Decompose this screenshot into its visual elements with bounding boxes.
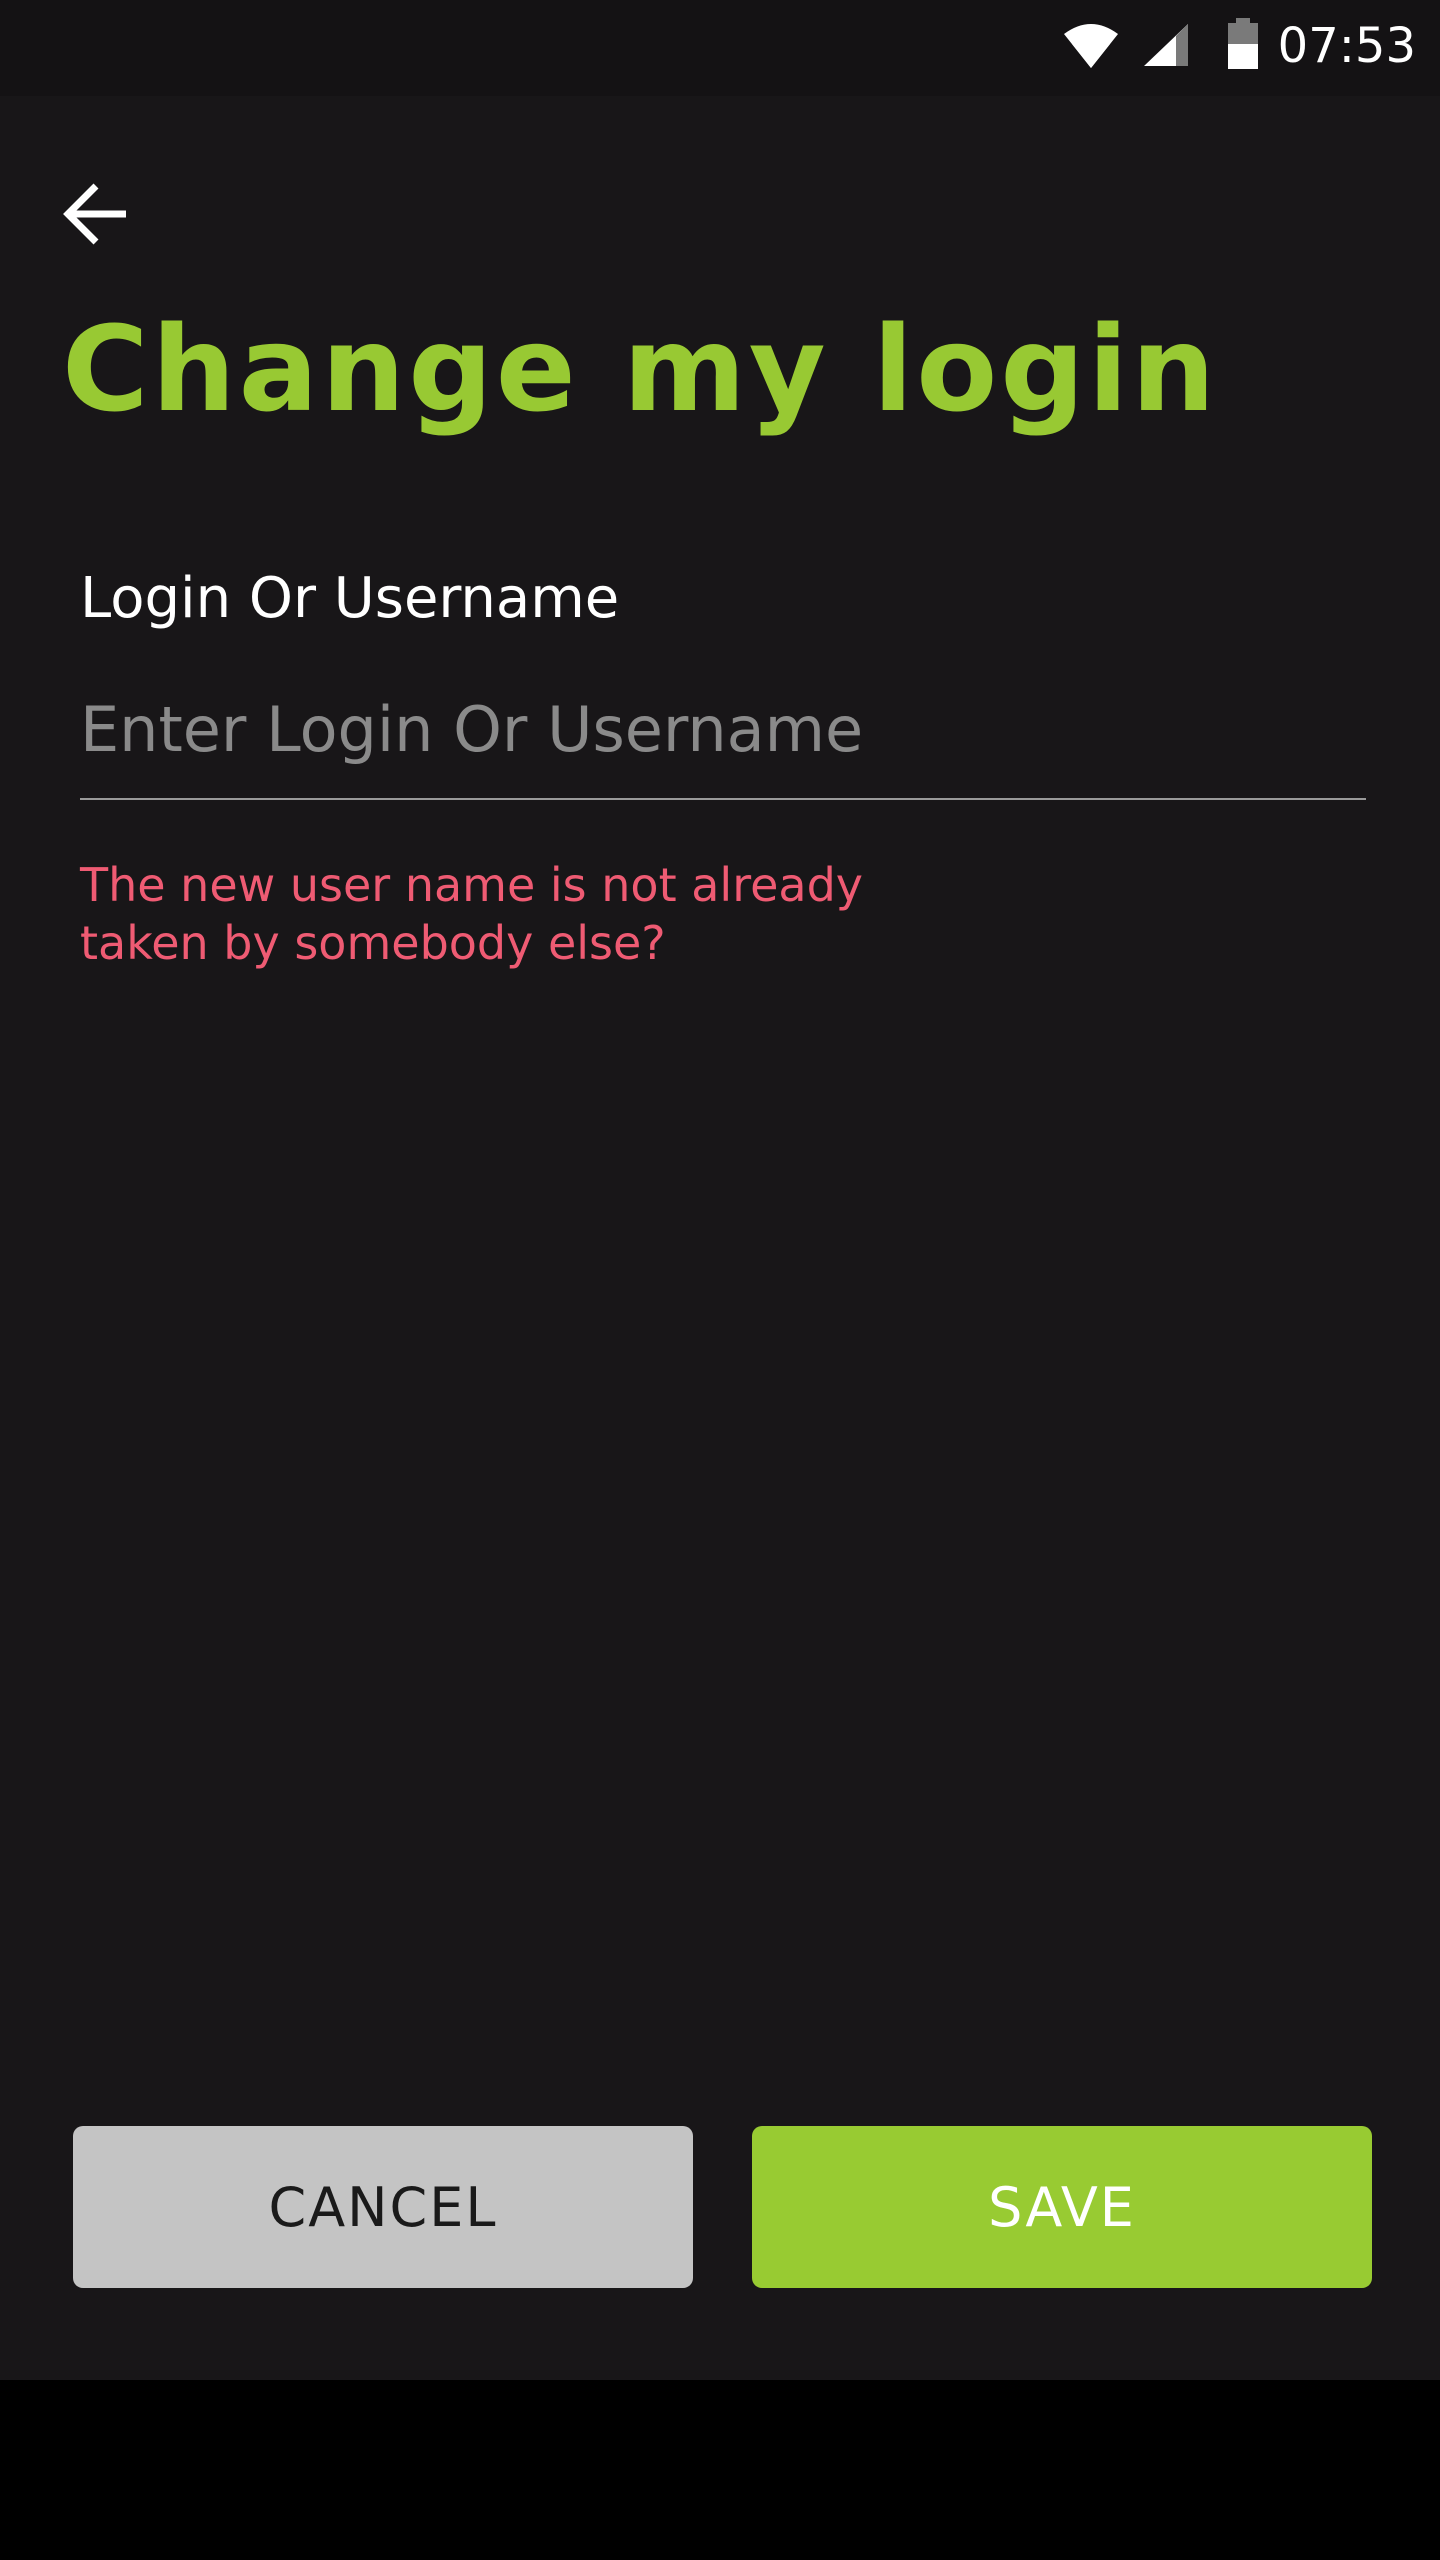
cell-signal-icon [1142,22,1190,72]
cancel-button[interactable]: CANCEL [73,2126,693,2288]
wifi-icon [1062,20,1120,74]
save-button[interactable]: SAVE [752,2126,1372,2288]
username-input[interactable] [80,660,1366,800]
arrow-left-icon [62,182,130,250]
back-button[interactable] [40,160,152,272]
page-title: Change my login [62,300,1219,438]
battery-icon [1226,18,1260,74]
screen: 07:53 Change my login Login Or Username … [0,0,1440,2380]
status-bar: 07:53 [0,0,1440,96]
error-message: The new user name is not already taken b… [80,858,864,970]
navigation-bar [0,2380,1440,2560]
username-label: Login Or Username [80,566,620,631]
status-time: 07:53 [1277,18,1416,74]
